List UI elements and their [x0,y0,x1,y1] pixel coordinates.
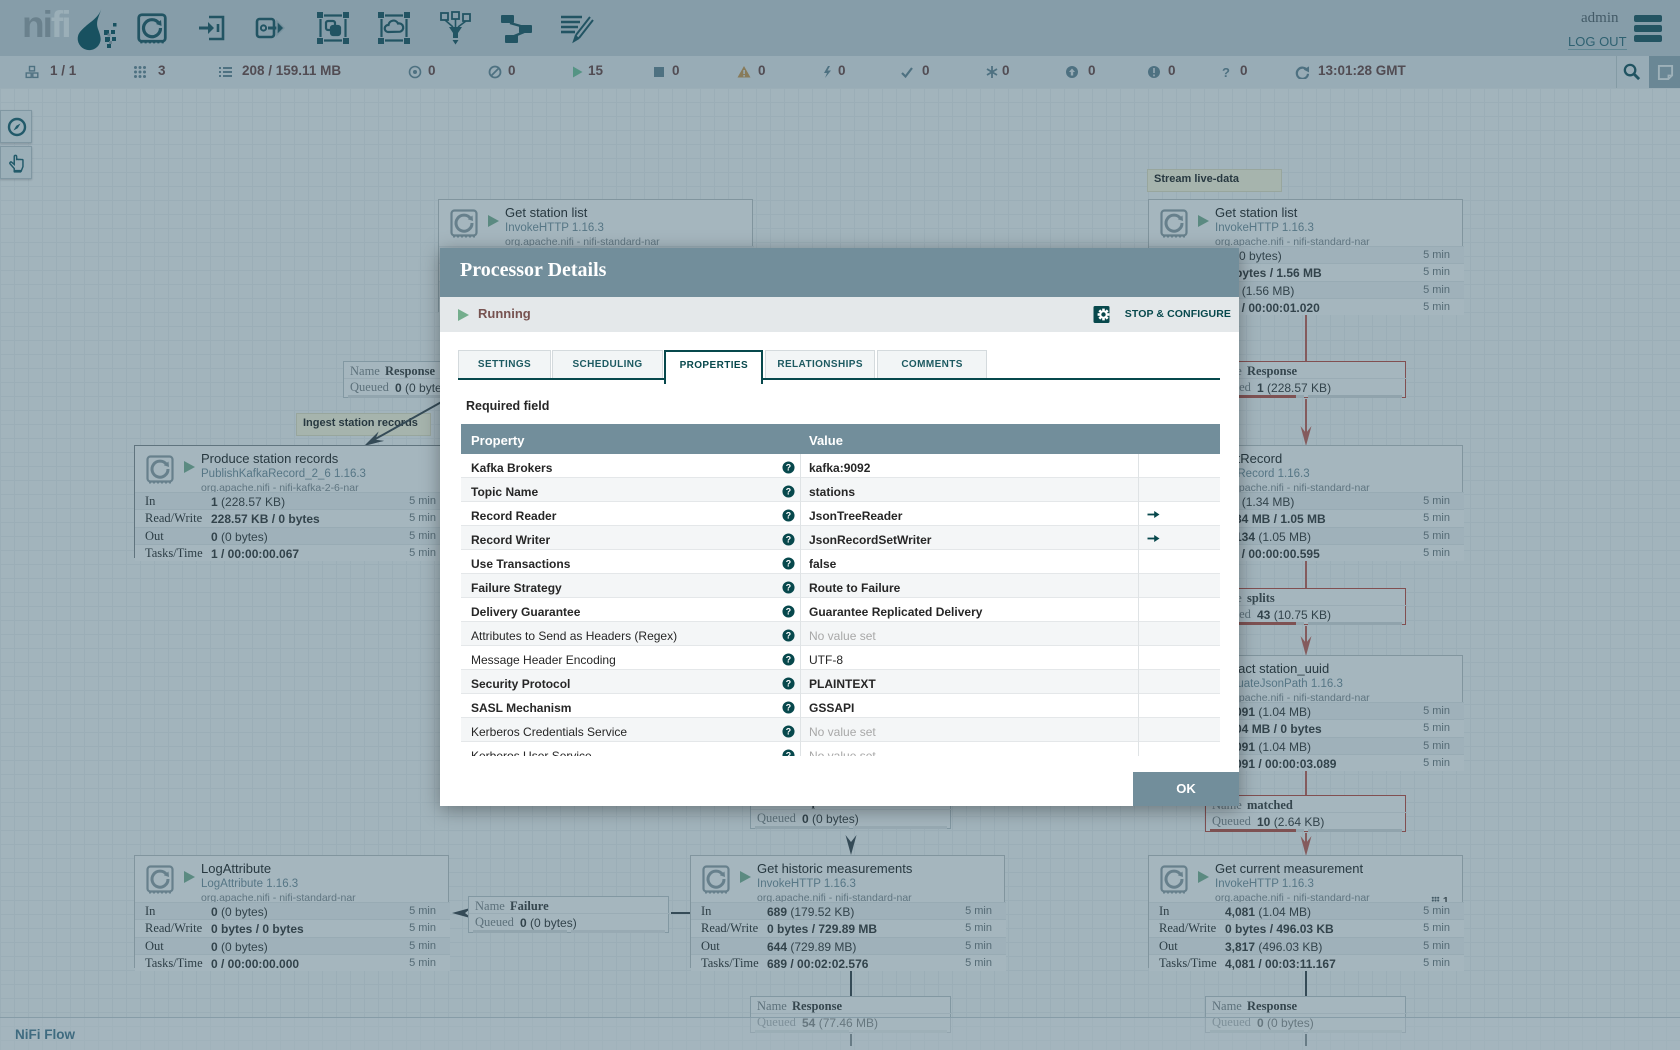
svg-text:?: ? [786,751,791,756]
svg-text:?: ? [786,487,791,497]
svg-text:?: ? [786,727,791,737]
svg-text:?: ? [786,703,791,713]
svg-text:?: ? [786,511,791,521]
svg-text:?: ? [786,607,791,617]
svg-text:?: ? [786,535,791,545]
svg-text:?: ? [786,559,791,569]
svg-text:?: ? [786,631,791,641]
svg-text:?: ? [786,583,791,593]
svg-text:?: ? [786,655,791,665]
svg-text:?: ? [786,463,791,473]
svg-text:?: ? [786,679,791,689]
